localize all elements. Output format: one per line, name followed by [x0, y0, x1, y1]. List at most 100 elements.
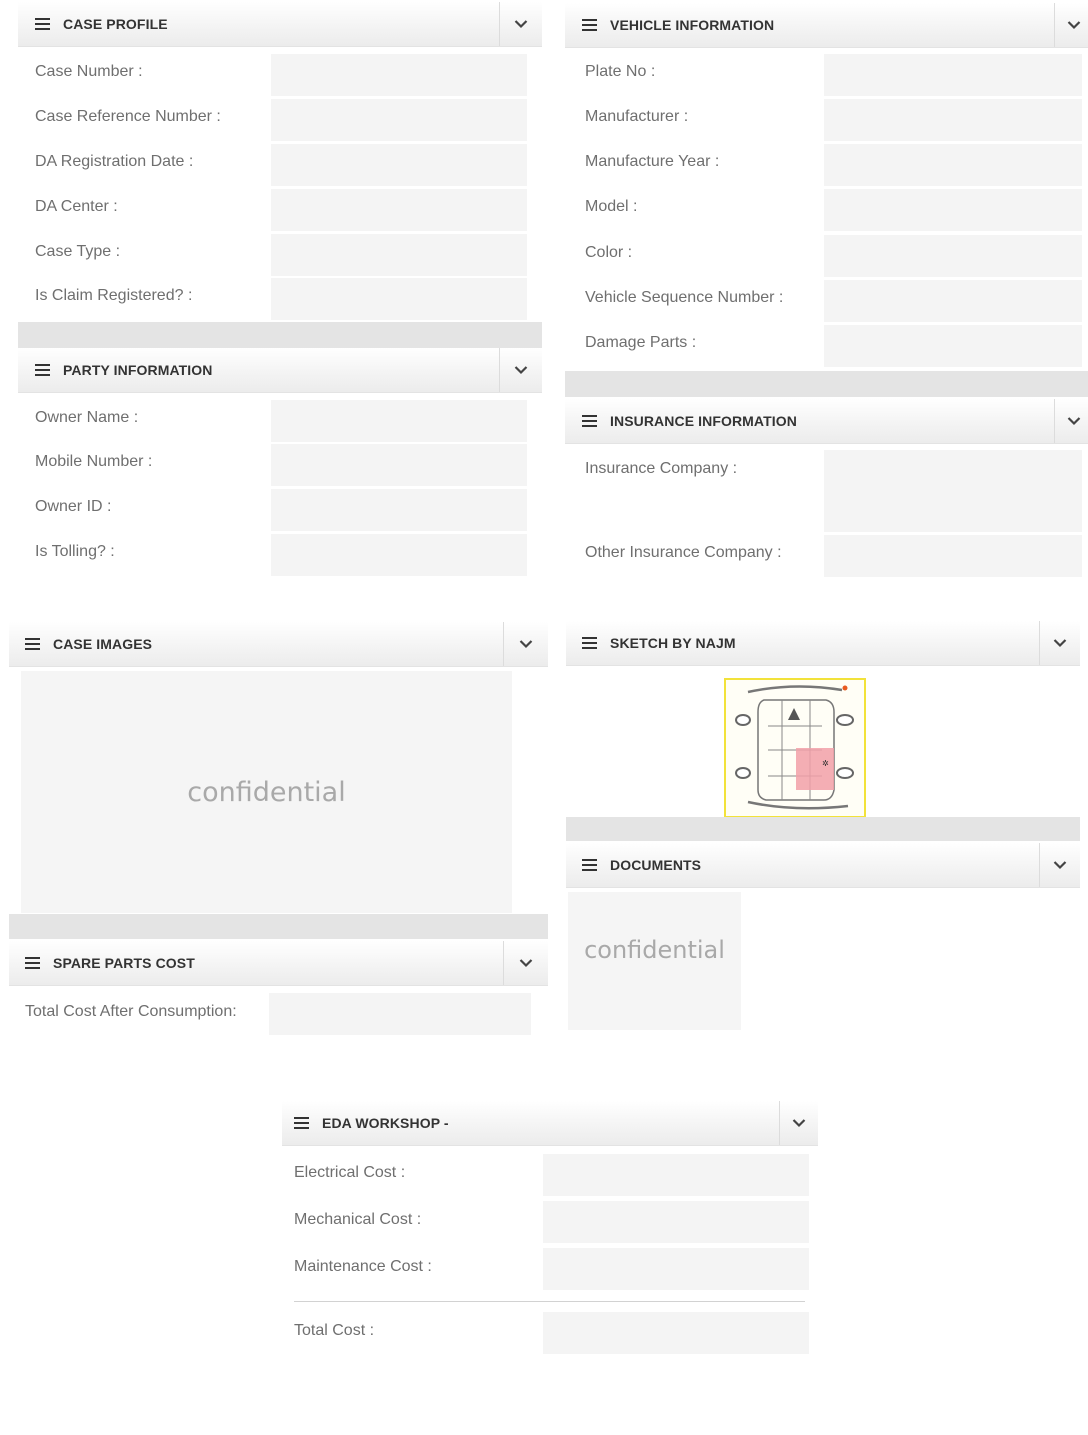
field-label: Is Tolling? :: [35, 543, 115, 560]
field-label: Case Reference Number :: [35, 108, 221, 125]
model-row: Model :: [565, 189, 1088, 231]
hamburger-menu-icon[interactable]: [25, 957, 40, 969]
field-label: DA Center :: [35, 198, 118, 215]
field-label: Mechanical Cost :: [294, 1211, 422, 1228]
collapse-button[interactable]: [503, 622, 548, 666]
maintenance-cost-row: Maintenance Cost :: [282, 1248, 818, 1290]
owner-id-row: Owner ID :: [18, 489, 542, 531]
field-label: Plate No :: [585, 63, 656, 80]
eda-workshop-header[interactable]: EDA WORKSHOP -: [282, 1101, 818, 1146]
panel-title: PARTY INFORMATION: [63, 362, 213, 378]
vehicle-information-header[interactable]: VEHICLE INFORMATION: [565, 3, 1088, 48]
damage-parts-row: Damage Parts :: [565, 325, 1088, 367]
collapse-button[interactable]: [499, 2, 542, 46]
insurance-information-panel: INSURANCE INFORMATION Insurance Company …: [565, 399, 1088, 579]
hamburger-menu-icon[interactable]: [582, 415, 597, 427]
mobile-number-field[interactable]: [271, 444, 527, 486]
documents-list: confidential: [568, 892, 741, 1030]
total-divider: [294, 1301, 805, 1302]
manufacturer-row: Manufacturer :: [565, 99, 1088, 141]
field-label: Mobile Number :: [35, 453, 153, 470]
da-center-field[interactable]: [271, 189, 527, 231]
hamburger-menu-icon[interactable]: [582, 637, 597, 649]
collapse-button[interactable]: [1054, 3, 1088, 47]
case-number-field[interactable]: [271, 54, 527, 96]
spare-parts-cost-header[interactable]: SPARE PARTS COST: [9, 941, 548, 986]
is-tolling-field[interactable]: [271, 534, 527, 576]
manufacture-year-field[interactable]: [824, 144, 1082, 186]
hamburger-menu-icon[interactable]: [35, 364, 50, 376]
panel-title: SPARE PARTS COST: [53, 955, 195, 971]
panel-title: SKETCH BY NAJM: [610, 635, 736, 651]
case-number-row: Case Number :: [18, 54, 542, 96]
mechanical-cost-row: Mechanical Cost :: [282, 1201, 818, 1243]
confidential-placeholder: confidential: [187, 776, 346, 808]
electrical-cost-field[interactable]: [543, 1154, 809, 1196]
hamburger-menu-icon[interactable]: [294, 1117, 309, 1129]
field-label: Other Insurance Company :: [585, 544, 782, 561]
field-label: Electrical Cost :: [294, 1164, 406, 1181]
damage-parts-field[interactable]: [824, 325, 1082, 367]
field-label: Model :: [585, 198, 638, 215]
da-registration-date-row: DA Registration Date :: [18, 144, 542, 186]
panel-title: EDA WORKSHOP -: [322, 1115, 449, 1131]
section-divider: [565, 371, 1088, 397]
sketch-header[interactable]: SKETCH BY NAJM: [566, 621, 1080, 666]
hamburger-menu-icon[interactable]: [582, 19, 597, 31]
collapse-button[interactable]: [779, 1101, 818, 1145]
chevron-down-icon: [514, 366, 528, 375]
sketch-panel: SKETCH BY NAJM ✲: [566, 621, 1080, 818]
chevron-down-icon: [514, 20, 528, 29]
case-type-field[interactable]: [271, 234, 527, 276]
hamburger-menu-icon[interactable]: [25, 638, 40, 650]
is-tolling-row: Is Tolling? :: [18, 534, 542, 576]
mobile-number-row: Mobile Number :: [18, 444, 542, 486]
panel-title: INSURANCE INFORMATION: [610, 413, 797, 429]
documents-header[interactable]: DOCUMENTS: [566, 843, 1080, 888]
case-images-header[interactable]: CASE IMAGES: [9, 622, 548, 667]
panel-title: CASE IMAGES: [53, 636, 153, 652]
owner-name-field[interactable]: [271, 400, 527, 442]
field-label: Manufacturer :: [585, 108, 689, 125]
maintenance-cost-field[interactable]: [543, 1248, 809, 1290]
vehicle-sequence-number-field[interactable]: [824, 280, 1082, 322]
insurance-company-row: Insurance Company :: [565, 450, 1088, 532]
case-profile-header[interactable]: CASE PROFILE: [18, 2, 542, 47]
hamburger-menu-icon[interactable]: [582, 859, 597, 871]
collapse-button[interactable]: [503, 941, 548, 985]
collapse-button[interactable]: [499, 348, 542, 392]
color-field[interactable]: [824, 235, 1082, 277]
owner-id-field[interactable]: [271, 489, 527, 531]
chevron-down-icon: [1053, 861, 1067, 870]
insurance-company-field[interactable]: [824, 450, 1082, 532]
chevron-down-icon: [792, 1119, 806, 1128]
party-information-header[interactable]: PARTY INFORMATION: [18, 348, 542, 393]
model-field[interactable]: [824, 189, 1082, 231]
collapse-button[interactable]: [1039, 843, 1080, 887]
other-insurance-company-row: Other Insurance Company :: [565, 535, 1088, 577]
field-label: Total Cost :: [294, 1322, 375, 1339]
insurance-information-header[interactable]: INSURANCE INFORMATION: [565, 399, 1088, 444]
section-divider: [566, 817, 1080, 841]
manufacturer-field[interactable]: [824, 99, 1082, 141]
field-label: Case Type :: [35, 243, 121, 260]
total-cost-after-consumption-field[interactable]: [269, 993, 531, 1035]
case-images-panel: CASE IMAGES confidential: [9, 622, 548, 914]
vehicle-damage-sketch[interactable]: ✲: [724, 678, 866, 818]
field-label: Vehicle Sequence Number :: [585, 289, 784, 306]
other-insurance-company-field[interactable]: [824, 535, 1082, 577]
is-claim-registered-row: Is Claim Registered? :: [18, 278, 542, 320]
da-registration-date-field[interactable]: [271, 144, 527, 186]
mechanical-cost-field[interactable]: [543, 1201, 809, 1243]
panel-title: VEHICLE INFORMATION: [610, 17, 775, 33]
collapse-button[interactable]: [1039, 621, 1080, 665]
case-profile-panel: CASE PROFILE Case Number : Case Referenc…: [18, 2, 542, 322]
plate-no-field[interactable]: [824, 54, 1082, 96]
case-reference-number-field[interactable]: [271, 99, 527, 141]
is-claim-registered-field[interactable]: [271, 278, 527, 320]
total-cost-field[interactable]: [543, 1312, 809, 1354]
hamburger-menu-icon[interactable]: [35, 18, 50, 30]
case-type-row: Case Type :: [18, 234, 542, 276]
collapse-button[interactable]: [1054, 399, 1088, 443]
field-label: Owner ID :: [35, 498, 112, 515]
